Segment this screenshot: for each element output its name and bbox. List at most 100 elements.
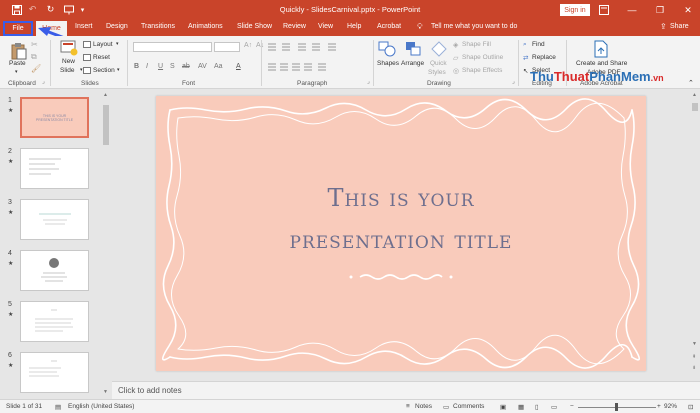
scroll-down-icon[interactable]: ▼ xyxy=(103,389,108,395)
zoom-slider-thumb[interactable] xyxy=(615,403,618,411)
shape-effects-button[interactable]: Shape Effects xyxy=(462,67,502,74)
clipboard-launcher-icon[interactable]: ⌟ xyxy=(42,78,45,85)
shadow-button[interactable]: S xyxy=(170,63,175,70)
next-slide-icon[interactable]: ⇟ xyxy=(692,365,696,371)
tab-file[interactable]: File xyxy=(3,21,33,36)
notes-toggle[interactable]: Notes xyxy=(415,403,432,410)
slide-thumbnail-6[interactable] xyxy=(20,352,89,393)
layout-button[interactable]: Layout xyxy=(93,41,113,48)
strikethrough-button[interactable]: ab xyxy=(182,63,190,70)
slide-thumbnail-5[interactable] xyxy=(20,301,89,342)
copy-icon[interactable]: ⧉ xyxy=(31,52,37,62)
drawing-launcher-icon[interactable]: ⌟ xyxy=(512,78,515,85)
slide-sorter-icon[interactable]: ▦ xyxy=(518,403,524,411)
quick-styles-label-1[interactable]: Quick xyxy=(430,60,447,67)
zoom-in-icon[interactable]: + xyxy=(657,403,661,410)
arrange-icon[interactable] xyxy=(404,40,424,60)
section-dropdown-icon[interactable]: ▾ xyxy=(117,67,120,73)
layout-icon xyxy=(83,41,91,48)
animation-star-icon: ★ xyxy=(8,159,14,165)
previous-slide-icon[interactable]: ⇞ xyxy=(692,354,696,360)
ribbon-display-options-icon[interactable] xyxy=(596,2,612,18)
create-pdf-icon[interactable] xyxy=(594,40,608,60)
comments-toggle[interactable]: Comments xyxy=(453,403,484,410)
format-painter-icon[interactable]: 🖌︎ xyxy=(31,64,41,73)
scroll-up-icon[interactable]: ▲ xyxy=(103,92,108,98)
zoom-out-icon[interactable]: − xyxy=(570,403,574,410)
current-slide[interactable]: This is your presentation title xyxy=(156,96,646,371)
slide-title-line-2[interactable]: presentation title xyxy=(156,226,646,254)
scroll-down-icon[interactable]: ▼ xyxy=(692,341,697,347)
layout-dropdown-icon[interactable]: ▾ xyxy=(116,41,119,47)
tab-help[interactable]: Help xyxy=(347,23,361,30)
font-size-grow-icon[interactable]: A↑ xyxy=(244,42,252,49)
create-share-label-1[interactable]: Create and Share xyxy=(576,60,627,67)
paragraph-launcher-icon[interactable]: ⌟ xyxy=(367,78,370,85)
tab-review[interactable]: Review xyxy=(283,23,306,30)
slide-thumbnail-1[interactable]: THIS IS YOUR PRESENTATION TITLE xyxy=(20,97,89,138)
italic-button[interactable]: I xyxy=(146,63,148,70)
shapes-button[interactable]: Shapes xyxy=(377,60,399,67)
shapes-icon[interactable] xyxy=(377,40,397,60)
tell-me-search[interactable]: Tell me what you want to do xyxy=(431,23,517,30)
underline-button[interactable]: U xyxy=(158,63,163,70)
restore-button[interactable]: ❐ xyxy=(652,2,668,18)
slide-title-line-1[interactable]: This is your xyxy=(156,184,646,212)
animation-star-icon: ★ xyxy=(8,261,14,267)
font-size-combo[interactable] xyxy=(214,42,240,52)
language-status[interactable]: English (United States) xyxy=(68,403,134,410)
reset-button[interactable]: Reset xyxy=(93,54,110,61)
quick-styles-icon[interactable] xyxy=(430,40,448,60)
paste-button[interactable]: Paste xyxy=(9,60,26,67)
tab-slide-show[interactable]: Slide Show xyxy=(237,23,272,30)
slide-number: 6 xyxy=(8,352,12,359)
tab-transitions[interactable]: Transitions xyxy=(141,23,175,30)
slide-thumbnail-2[interactable] xyxy=(20,148,89,189)
change-case-button[interactable]: Aa xyxy=(214,63,223,70)
share-icon[interactable]: ⇪ xyxy=(660,22,667,31)
share-button[interactable]: Share xyxy=(670,23,689,30)
normal-view-icon[interactable]: ▣ xyxy=(500,403,506,411)
notes-pane[interactable]: Click to add notes xyxy=(112,381,700,399)
canvas-scrollbar[interactable]: ▲ ▼ ⇞ ⇟ xyxy=(690,89,700,381)
new-slide-label-2[interactable]: Slide xyxy=(60,67,74,74)
slide-thumbnail-4[interactable] xyxy=(20,250,89,291)
scroll-thumb[interactable] xyxy=(103,105,109,145)
divider xyxy=(50,40,51,86)
tab-view[interactable]: View xyxy=(318,23,333,30)
close-button[interactable]: ✕ xyxy=(680,2,696,18)
status-bar: Slide 1 of 31 ▤ English (United States) … xyxy=(0,399,700,413)
scroll-up-icon[interactable]: ▲ xyxy=(692,92,697,98)
reading-view-icon[interactable]: ▯ xyxy=(535,403,539,411)
section-button[interactable]: Section xyxy=(93,67,115,74)
tab-animations[interactable]: Animations xyxy=(188,23,223,30)
sign-in-button[interactable]: Sign in xyxy=(560,4,590,16)
font-family-combo[interactable] xyxy=(133,42,212,52)
bold-button[interactable]: B xyxy=(134,63,139,70)
paste-dropdown-icon[interactable]: ▾ xyxy=(15,69,18,75)
quick-styles-label-2[interactable]: Styles xyxy=(428,69,446,76)
new-slide-label-1[interactable]: New xyxy=(62,58,75,65)
thumbnail-scrollbar[interactable]: ▲ ▼ xyxy=(101,89,111,399)
tab-acrobat[interactable]: Acrobat xyxy=(377,23,401,30)
tab-design[interactable]: Design xyxy=(106,23,128,30)
character-spacing-button[interactable]: AV xyxy=(198,63,207,70)
scroll-thumb[interactable] xyxy=(692,103,698,111)
zoom-level[interactable]: 92% xyxy=(664,403,677,410)
replace-button[interactable]: Replace xyxy=(532,54,556,61)
arrange-button[interactable]: Arrange xyxy=(401,60,424,67)
spelling-icon[interactable]: ▤ xyxy=(55,403,61,411)
collapse-ribbon-icon[interactable]: ⌃ xyxy=(688,79,694,87)
minimize-button[interactable]: — xyxy=(624,2,640,18)
new-slide-icon[interactable] xyxy=(60,40,78,58)
fit-to-window-icon[interactable]: ⊡ xyxy=(688,403,693,411)
font-color-button[interactable]: A xyxy=(236,63,241,70)
shape-fill-button[interactable]: Shape Fill xyxy=(462,41,491,48)
shape-outline-button[interactable]: Shape Outline xyxy=(462,54,503,61)
paragraph-controls-icon[interactable] xyxy=(266,42,368,76)
cut-icon[interactable]: ✂ xyxy=(31,40,38,49)
slideshow-view-icon[interactable]: ▭ xyxy=(551,403,557,411)
find-button[interactable]: Find xyxy=(532,41,545,48)
slide-thumbnail-3[interactable] xyxy=(20,199,89,240)
paste-icon[interactable] xyxy=(10,42,28,62)
